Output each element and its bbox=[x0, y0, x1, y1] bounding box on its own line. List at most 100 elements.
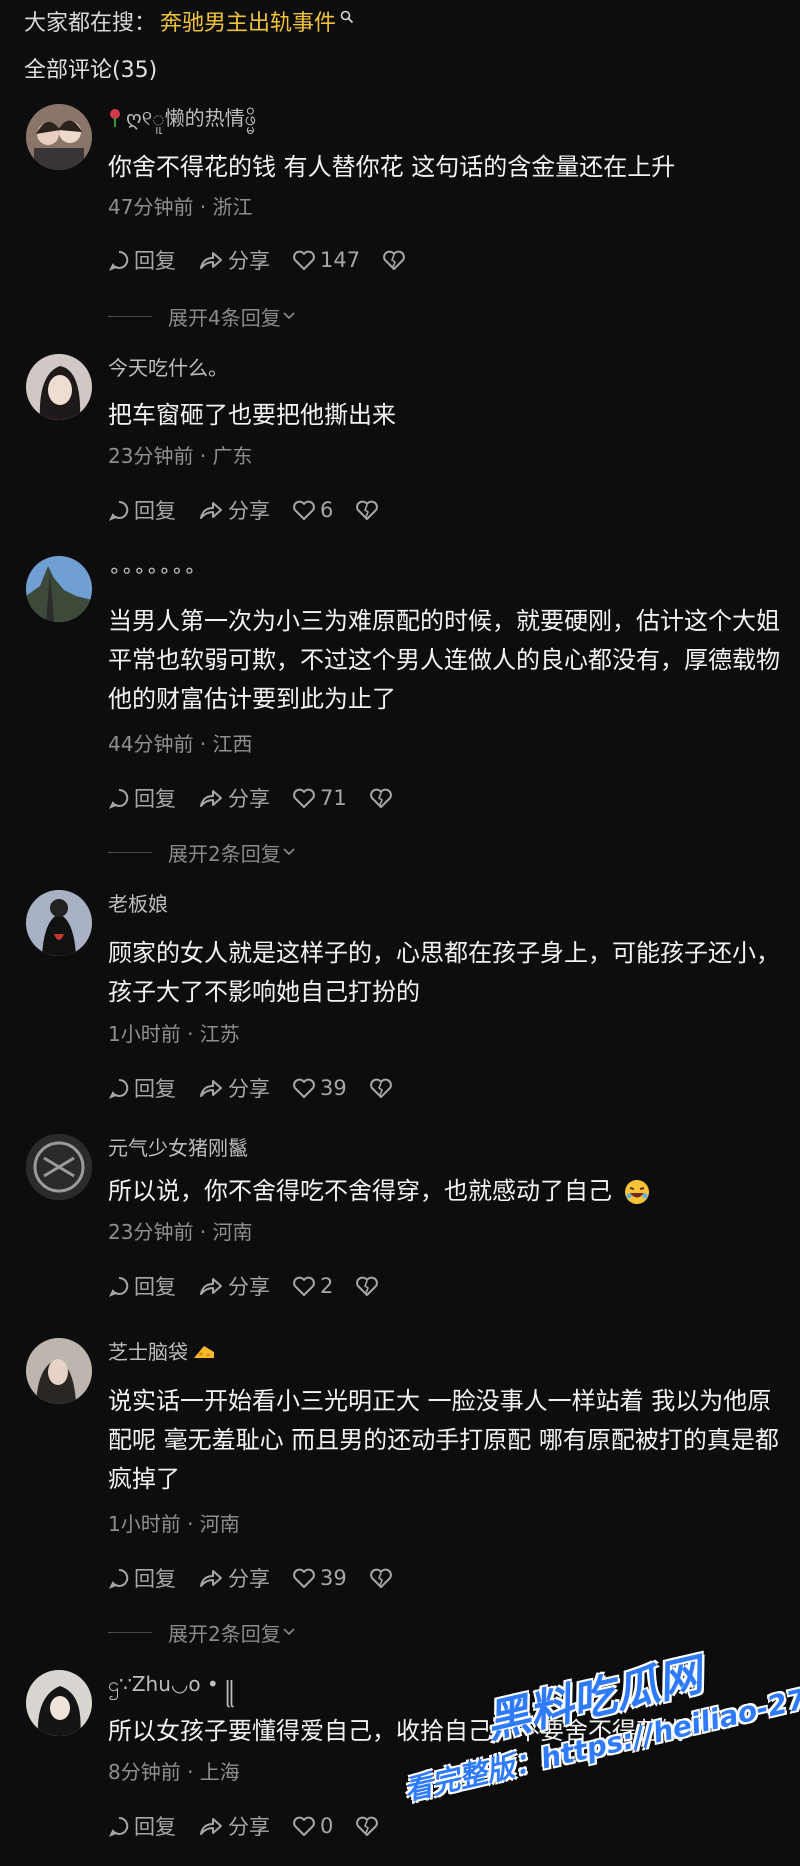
share-button[interactable]: 分享 bbox=[198, 1073, 270, 1103]
reply-button[interactable]: 回复 bbox=[108, 1271, 176, 1301]
expand-replies-label: 展开4条回复 bbox=[168, 305, 281, 330]
expand-replies[interactable]: 展开4条回复 bbox=[108, 302, 297, 330]
reply-icon bbox=[108, 1078, 129, 1099]
share-icon bbox=[200, 790, 222, 807]
like-count: 39 bbox=[320, 1076, 347, 1100]
dislike-button[interactable] bbox=[355, 499, 383, 521]
hot-search-bar[interactable]: 大家都在搜： 奔驰男主出轨事件 bbox=[24, 8, 354, 40]
comment-text: 说实话一开始看小三光明正大 一脸没事人一样站着 我以为他原配呢 毫无羞耻心 而且… bbox=[108, 1387, 779, 1493]
avatar[interactable] bbox=[26, 1338, 92, 1404]
comment-author-name: ဌ∵Zhu◡o • ꧋ bbox=[108, 1672, 234, 1696]
like-count: 2 bbox=[320, 1274, 334, 1298]
dislike-button[interactable] bbox=[369, 1567, 397, 1589]
comment-actions: 回复 分享 147 bbox=[108, 244, 432, 276]
comment-actions: 回复 分享 6 bbox=[108, 494, 405, 526]
like-button[interactable]: 39 bbox=[292, 1566, 347, 1590]
chevron-down-icon bbox=[283, 312, 295, 320]
chevron-down-icon bbox=[283, 848, 295, 856]
broken-heart-icon bbox=[369, 788, 392, 808]
comment-author-name: 芝士脑袋 bbox=[108, 1340, 188, 1364]
like-button[interactable]: 71 bbox=[292, 786, 347, 810]
reply-button[interactable]: 回复 bbox=[108, 1073, 176, 1103]
reply-button[interactable]: 回复 bbox=[108, 245, 176, 275]
share-icon bbox=[200, 1818, 222, 1835]
reply-button[interactable]: 回复 bbox=[108, 495, 176, 525]
expand-replies-label: 展开2条回复 bbox=[168, 841, 281, 866]
expand-replies[interactable]: 展开2条回复 bbox=[108, 838, 297, 866]
avatar[interactable] bbox=[26, 354, 92, 420]
avatar[interactable] bbox=[26, 104, 92, 170]
comment-meta: 1小时前 · 河南 bbox=[108, 1512, 240, 1536]
heart-icon bbox=[293, 1568, 315, 1588]
reply-label: 回复 bbox=[134, 1275, 176, 1299]
like-button[interactable]: 6 bbox=[292, 498, 333, 522]
avatar[interactable] bbox=[26, 1134, 92, 1200]
avatar[interactable] bbox=[26, 890, 92, 956]
comment-author[interactable]: ღ୧ူ懒的热情ဖ္မိ bbox=[108, 104, 256, 132]
dislike-button[interactable] bbox=[369, 1077, 397, 1099]
comment-meta: 1小时前 · 江苏 bbox=[108, 1022, 240, 1046]
comment-actions: 回复 分享 39 bbox=[108, 1562, 419, 1594]
share-label: 分享 bbox=[228, 1077, 270, 1101]
hot-search-keyword[interactable]: 奔驰男主出轨事件 bbox=[160, 8, 336, 40]
share-button[interactable]: 分享 bbox=[198, 783, 270, 813]
comment-author[interactable]: 元气少女猪刚鬣 bbox=[108, 1134, 248, 1162]
dislike-button[interactable] bbox=[355, 1815, 383, 1837]
reply-button[interactable]: 回复 bbox=[108, 1563, 176, 1593]
like-count: 71 bbox=[320, 786, 347, 810]
comment-actions: 回复 分享 2 bbox=[108, 1270, 405, 1302]
dislike-button[interactable] bbox=[355, 1275, 383, 1297]
comment-author[interactable]: ∘∘∘∘∘∘∘ bbox=[108, 556, 196, 584]
like-button[interactable]: 147 bbox=[292, 248, 360, 272]
share-icon bbox=[200, 1080, 222, 1097]
expand-replies[interactable]: 展开2条回复 bbox=[108, 1618, 297, 1646]
comment-actions: 回复 分享 0 bbox=[108, 1810, 405, 1842]
broken-heart-icon bbox=[383, 250, 405, 270]
reply-label: 回复 bbox=[134, 1077, 176, 1101]
comment-author-name: 老板娘 bbox=[108, 892, 168, 916]
share-label: 分享 bbox=[228, 249, 270, 273]
comment-author[interactable]: ဌ∵Zhu◡o • ꧋ bbox=[108, 1670, 234, 1698]
comment-author-name: 今天吃什么。 bbox=[108, 356, 228, 380]
share-button[interactable]: 分享 bbox=[198, 495, 270, 525]
comment-author[interactable]: 老板娘 bbox=[108, 890, 168, 918]
avatar[interactable] bbox=[26, 1670, 92, 1736]
dislike-button[interactable] bbox=[369, 787, 397, 809]
hot-search-prefix: 大家都在搜： bbox=[24, 11, 157, 36]
comment-meta: 23分钟前 · 河南 bbox=[108, 1220, 253, 1244]
comment-actions: 回复 分享 71 bbox=[108, 782, 419, 814]
share-button[interactable]: 分享 bbox=[198, 1563, 270, 1593]
like-button[interactable]: 2 bbox=[292, 1274, 333, 1298]
like-button[interactable]: 39 bbox=[292, 1076, 347, 1100]
avatar[interactable] bbox=[26, 556, 92, 622]
dislike-button[interactable] bbox=[382, 249, 410, 271]
rose-emoji-icon bbox=[110, 109, 120, 127]
comment-author-name: 元气少女猪刚鬣 bbox=[108, 1136, 248, 1160]
share-label: 分享 bbox=[228, 1275, 270, 1299]
divider bbox=[108, 315, 152, 317]
comment-text: 当男人第一次为小三为难原配的时候，就要硬刚，估计这个大姐平常也软弱可欺，不过这个… bbox=[108, 607, 780, 713]
reply-icon bbox=[108, 1568, 129, 1589]
reply-icon bbox=[108, 1276, 129, 1297]
comment-text: 顾家的女人就是这样子的，心思都在孩子身上，可能孩子还小，孩子大了不影响她自己打扮… bbox=[108, 939, 780, 1006]
comment-author-name: ღ୧ူ懒的热情ဖ္မိ bbox=[126, 106, 256, 130]
reply-button[interactable]: 回复 bbox=[108, 1811, 176, 1841]
share-button[interactable]: 分享 bbox=[198, 245, 270, 275]
reply-label: 回复 bbox=[134, 499, 176, 523]
comment-author[interactable]: 今天吃什么。 bbox=[108, 354, 228, 382]
like-count: 0 bbox=[320, 1814, 334, 1838]
share-button[interactable]: 分享 bbox=[198, 1271, 270, 1301]
comment-meta: 47分钟前 · 浙江 bbox=[108, 195, 253, 219]
expand-replies-label: 展开2条回复 bbox=[168, 1621, 281, 1646]
comment-author[interactable]: 芝士脑袋 bbox=[108, 1338, 216, 1366]
like-count: 147 bbox=[320, 248, 361, 272]
reply-button[interactable]: 回复 bbox=[108, 783, 176, 813]
share-button[interactable]: 分享 bbox=[198, 1811, 270, 1841]
like-button[interactable]: 0 bbox=[292, 1814, 333, 1838]
comment-meta: 23分钟前 · 广东 bbox=[108, 444, 253, 468]
heart-icon bbox=[293, 500, 315, 520]
laughing-emoji-icon bbox=[624, 1180, 649, 1204]
share-icon bbox=[200, 1278, 222, 1295]
like-count: 39 bbox=[320, 1566, 347, 1590]
heart-icon bbox=[293, 1816, 315, 1836]
